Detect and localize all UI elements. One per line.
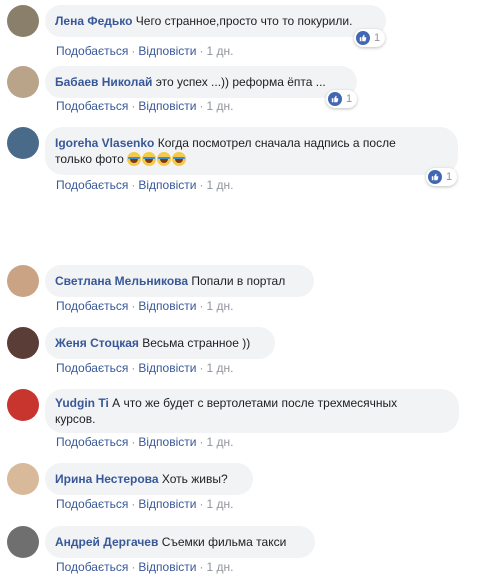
reply-link[interactable]: Відповісти bbox=[138, 99, 196, 113]
like-link[interactable]: Подобається bbox=[56, 44, 128, 58]
avatar[interactable] bbox=[7, 327, 39, 359]
comment-text: Попали в портал bbox=[191, 274, 286, 288]
comment-author[interactable]: Светлана Мельникова bbox=[55, 274, 188, 288]
reaction-number: 1 bbox=[374, 32, 381, 44]
separator: · bbox=[199, 99, 204, 113]
comment-bubble: Бабаев Николай это успех ...)) реформа ё… bbox=[45, 66, 357, 98]
comment-actions: Подобається · Відповісти · 1 дн. bbox=[56, 435, 233, 449]
reply-link[interactable]: Відповісти bbox=[138, 299, 196, 313]
like-link[interactable]: Подобається bbox=[56, 361, 128, 375]
like-link[interactable]: Подобається bbox=[56, 497, 128, 511]
comment-time[interactable]: 1 дн. bbox=[206, 99, 233, 113]
comment-text: Хоть живы? bbox=[161, 472, 228, 486]
thumbs-up-icon bbox=[356, 31, 370, 45]
like-link[interactable]: Подобається bbox=[56, 560, 128, 574]
comment-time[interactable]: 1 дн. bbox=[206, 299, 233, 313]
comment-text: Съемки фильма такси bbox=[161, 535, 287, 549]
comment-bubble: Igoreha Vlasenko Когда посмотрел сначала… bbox=[45, 127, 458, 175]
reaction-count[interactable]: 1 bbox=[426, 168, 458, 186]
avatar[interactable] bbox=[7, 5, 39, 37]
comment-bubble: Светлана Мельникова Попали в портал bbox=[45, 265, 314, 297]
comment-author[interactable]: Бабаев Николай bbox=[55, 75, 152, 89]
comment-time[interactable]: 1 дн. bbox=[206, 361, 233, 375]
separator: · bbox=[131, 178, 136, 192]
comment-bubble: Андрей Дергачев Съемки фильма такси bbox=[45, 526, 315, 558]
comment-actions: Подобається · Відповісти · 1 дн. bbox=[56, 299, 233, 313]
avatar[interactable] bbox=[7, 526, 39, 558]
avatar[interactable] bbox=[7, 66, 39, 98]
comment-line: курсов. bbox=[55, 411, 448, 427]
comment-author[interactable]: Лена Федько bbox=[55, 14, 132, 28]
avatar[interactable] bbox=[7, 463, 39, 495]
separator: · bbox=[199, 560, 204, 574]
laughing-emoji-icon bbox=[157, 152, 172, 166]
separator: · bbox=[199, 497, 204, 511]
reaction-count[interactable]: 1 bbox=[354, 29, 386, 47]
comment-time[interactable]: 1 дн. bbox=[206, 560, 233, 574]
comment-time[interactable]: 1 дн. bbox=[206, 435, 233, 449]
avatar[interactable] bbox=[7, 265, 39, 297]
thumbs-up-icon bbox=[328, 92, 342, 106]
comment-author[interactable]: Yudgin Ti bbox=[55, 396, 109, 410]
reaction-count[interactable]: 1 bbox=[326, 90, 358, 108]
comment-line: Igoreha Vlasenko Когда посмотрел сначала… bbox=[55, 135, 447, 151]
comment-bubble: Yudgin Ti А что же будет с вертолетами п… bbox=[45, 389, 459, 433]
separator: · bbox=[199, 178, 204, 192]
separator: · bbox=[131, 99, 136, 113]
separator: · bbox=[199, 361, 204, 375]
reply-link[interactable]: Відповісти bbox=[138, 435, 196, 449]
laughing-emoji-icon bbox=[172, 152, 187, 166]
separator: · bbox=[131, 560, 136, 574]
comment-actions: Подобається · Відповісти · 1 дн. bbox=[56, 99, 233, 113]
separator: · bbox=[131, 497, 136, 511]
comment-actions: Подобається · Відповісти · 1 дн. bbox=[56, 361, 233, 375]
comment-text: Чего странное,просто что то покурили. bbox=[135, 14, 353, 28]
separator: · bbox=[199, 299, 204, 313]
avatar[interactable] bbox=[7, 127, 39, 159]
avatar[interactable] bbox=[7, 389, 39, 421]
separator: · bbox=[131, 435, 136, 449]
comment-actions: Подобається · Відповісти · 1 дн. bbox=[56, 560, 233, 574]
separator: · bbox=[131, 361, 136, 375]
comment-time[interactable]: 1 дн. bbox=[206, 178, 233, 192]
comment-actions: Подобається · Відповісти · 1 дн. bbox=[56, 44, 233, 58]
reply-link[interactable]: Відповісти bbox=[138, 44, 196, 58]
comment-line: только фото bbox=[55, 151, 447, 167]
separator: · bbox=[199, 44, 204, 58]
reply-link[interactable]: Відповісти bbox=[138, 497, 196, 511]
like-link[interactable]: Подобається bbox=[56, 99, 128, 113]
separator: · bbox=[131, 299, 136, 313]
comment-text: это успех ...)) реформа ёпта ... bbox=[155, 75, 326, 89]
separator: · bbox=[199, 435, 204, 449]
comment-author[interactable]: Женя Стоцкая bbox=[55, 336, 139, 350]
comment-text: Весьма странное )) bbox=[142, 336, 251, 350]
like-link[interactable]: Подобається bbox=[56, 299, 128, 313]
comment-actions: Подобається · Відповісти · 1 дн. bbox=[56, 497, 233, 511]
comment-text: курсов. bbox=[55, 412, 96, 426]
comment-bubble: Женя Стоцкая Весьма странное )) bbox=[45, 327, 275, 359]
reply-link[interactable]: Відповісти bbox=[138, 560, 196, 574]
comment-author[interactable]: Андрей Дергачев bbox=[55, 535, 158, 549]
comment-author[interactable]: Igoreha Vlasenko bbox=[55, 136, 154, 150]
reply-link[interactable]: Відповісти bbox=[138, 178, 196, 192]
comment-author[interactable]: Ирина Нестерова bbox=[55, 472, 159, 486]
like-link[interactable]: Подобається bbox=[56, 435, 128, 449]
comment-text: Когда посмотрел сначала надпись а после bbox=[157, 136, 396, 150]
comment-line: Yudgin Ti А что же будет с вертолетами п… bbox=[55, 395, 448, 411]
laughing-emoji-icon bbox=[127, 152, 142, 166]
comment-time[interactable]: 1 дн. bbox=[206, 44, 233, 58]
comment-text: только фото bbox=[55, 152, 124, 166]
like-link[interactable]: Подобається bbox=[56, 178, 128, 192]
laughing-emoji-icon bbox=[142, 152, 157, 166]
comment-actions: Подобається · Відповісти · 1 дн. bbox=[56, 178, 233, 192]
reply-link[interactable]: Відповісти bbox=[138, 361, 196, 375]
thumbs-up-icon bbox=[428, 170, 442, 184]
comment-text: А что же будет с вертолетами после трехм… bbox=[112, 396, 398, 410]
reaction-number: 1 bbox=[446, 171, 453, 183]
reaction-number: 1 bbox=[346, 93, 353, 105]
comment-bubble: Ирина Нестерова Хоть живы? bbox=[45, 463, 253, 495]
comment-time[interactable]: 1 дн. bbox=[206, 497, 233, 511]
comment-bubble: Лена Федько Чего странное,просто что то … bbox=[45, 5, 386, 37]
separator: · bbox=[131, 44, 136, 58]
